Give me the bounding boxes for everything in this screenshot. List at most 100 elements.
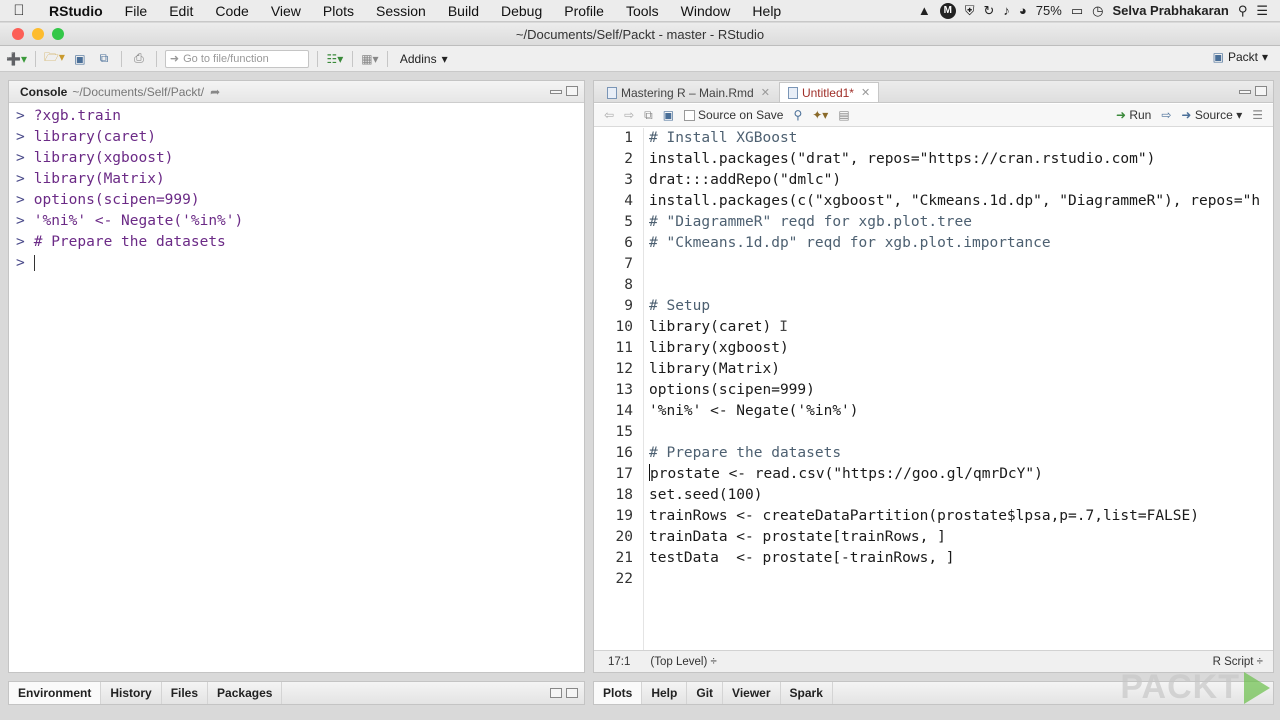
menu-edit[interactable]: Edit bbox=[158, 3, 204, 19]
console-header: Console ~/Documents/Self/Packt/ ➦ bbox=[9, 81, 584, 103]
code-line[interactable]: # Prepare the datasets bbox=[649, 443, 1273, 464]
menu-plots[interactable]: Plots bbox=[312, 3, 365, 19]
battery-percent[interactable]: 75% bbox=[1036, 3, 1062, 18]
volume-icon[interactable]: ♪ bbox=[1003, 3, 1010, 18]
time-machine-icon[interactable]: ↻ bbox=[984, 3, 995, 19]
new-file-icon[interactable]: ➕▾ bbox=[6, 50, 27, 68]
project-menu[interactable]: ▣ Packt ▾ bbox=[1213, 50, 1268, 64]
code-line[interactable]: # Setup bbox=[649, 296, 1273, 317]
show-in-window-icon[interactable]: ⧉ bbox=[644, 108, 653, 123]
console-output[interactable]: > ?xgb.train > library(caret) > library(xgb… bbox=[9, 104, 584, 672]
code-line-with-cursor[interactable]: prostate <- read.csv("https://goo.gl/qmr… bbox=[649, 464, 1273, 485]
code-line[interactable] bbox=[649, 422, 1273, 443]
code-line[interactable]: '%ni%' <- Negate('%in%') bbox=[649, 401, 1273, 422]
code-line[interactable]: # Install XGBoost bbox=[649, 128, 1273, 149]
maximize-pane-icon[interactable] bbox=[1255, 86, 1267, 96]
menu-build[interactable]: Build bbox=[437, 3, 490, 19]
code-line[interactable]: # "Ckmeans.1d.dp" reqd for xgb.plot.impo… bbox=[649, 233, 1273, 254]
code-line[interactable]: testData <- prostate[-trainRows, ] bbox=[649, 548, 1273, 569]
menu-session[interactable]: Session bbox=[365, 3, 437, 19]
code-tools-wand-icon[interactable]: ✦▾ bbox=[812, 108, 828, 122]
menu-app-name[interactable]: RStudio bbox=[38, 3, 114, 19]
menu-view[interactable]: View bbox=[260, 3, 312, 19]
menu-debug[interactable]: Debug bbox=[490, 3, 553, 19]
menu-code[interactable]: Code bbox=[204, 3, 259, 19]
menu-window[interactable]: Window bbox=[670, 3, 742, 19]
print-icon[interactable]: ⎙ bbox=[130, 50, 148, 68]
tab-git[interactable]: Git bbox=[687, 682, 724, 704]
drive-icon[interactable]: ▲ bbox=[918, 3, 931, 18]
scope-selector[interactable]: (Top Level) ÷ bbox=[650, 656, 716, 668]
tab-plots[interactable]: Plots bbox=[594, 682, 643, 704]
go-to-directory-icon[interactable]: ➦ bbox=[210, 85, 220, 99]
tab-environment[interactable]: Environment bbox=[9, 682, 102, 704]
minimize-pane-icon[interactable] bbox=[550, 90, 562, 94]
tab-files[interactable]: Files bbox=[162, 682, 209, 704]
minimize-pane-icon[interactable] bbox=[1239, 90, 1251, 94]
version-control-icon[interactable]: ☷▾ bbox=[326, 50, 344, 68]
clock-icon[interactable]: ◷ bbox=[1092, 3, 1103, 19]
menu-file[interactable]: File bbox=[114, 3, 159, 19]
code-editor[interactable]: # Install XGBoost install.packages("drat… bbox=[645, 128, 1273, 650]
spotlight-search-icon[interactable]: ⚲ bbox=[1238, 3, 1248, 19]
line-number: 16 bbox=[615, 445, 633, 461]
code-line[interactable]: install.packages(c("xgboost", "Ckmeans.1… bbox=[649, 191, 1273, 212]
file-type-selector[interactable]: R Script ÷ bbox=[1213, 656, 1273, 668]
code-line[interactable]: trainData <- prostate[trainRows, ] bbox=[649, 527, 1273, 548]
battery-icon[interactable]: ▭ bbox=[1071, 3, 1083, 19]
shield-icon[interactable]: ⛨ bbox=[965, 3, 975, 19]
code-line[interactable]: trainRows <- createDataPartition(prostat… bbox=[649, 506, 1273, 527]
code-line[interactable]: library(Matrix) bbox=[649, 359, 1273, 380]
tab-help[interactable]: Help bbox=[642, 682, 688, 704]
menu-profile[interactable]: Profile bbox=[553, 3, 615, 19]
forward-arrow-icon[interactable]: ⇨ bbox=[624, 108, 634, 122]
code-line[interactable] bbox=[649, 275, 1273, 296]
save-icon[interactable]: ▣ bbox=[71, 50, 89, 68]
find-replace-icon[interactable]: ⚲ bbox=[793, 108, 802, 122]
close-tab-icon[interactable]: ✕ bbox=[861, 86, 870, 99]
tab-untitled1[interactable]: Untitled1* ✕ bbox=[778, 82, 880, 102]
code-line[interactable]: set.seed(100) bbox=[649, 485, 1273, 506]
user-name[interactable]: Selva Prabhakaran bbox=[1112, 3, 1228, 18]
tab-packages[interactable]: Packages bbox=[208, 682, 283, 704]
document-outline-icon[interactable]: ☰ bbox=[1252, 108, 1263, 122]
menu-tools[interactable]: Tools bbox=[615, 3, 670, 19]
addins-menu[interactable]: Addins ▾ bbox=[400, 52, 448, 66]
m-app-icon[interactable]: M bbox=[939, 2, 956, 19]
maximize-pane-icon[interactable] bbox=[566, 688, 578, 698]
code-line[interactable]: drat:::addRepo("dmlc") bbox=[649, 170, 1273, 191]
open-file-icon[interactable]: 🗁▾ bbox=[44, 50, 65, 68]
code-line-with-ibeam[interactable]: library(caret) I bbox=[649, 317, 1273, 338]
save-all-icon[interactable]: ⧉ bbox=[95, 50, 113, 68]
back-arrow-icon[interactable]: ⇦ bbox=[604, 108, 614, 122]
apple-icon[interactable]:  bbox=[0, 2, 38, 19]
code-line[interactable] bbox=[649, 254, 1273, 275]
menu-help[interactable]: Help bbox=[741, 3, 792, 19]
code-line[interactable]: library(xgboost) bbox=[649, 338, 1273, 359]
code-line[interactable]: options(scipen=999) bbox=[649, 380, 1273, 401]
rerun-icon[interactable]: ⇨ bbox=[1161, 108, 1171, 122]
code-line[interactable]: # "DiagrammeR" reqd for xgb.plot.tree bbox=[649, 212, 1273, 233]
maximize-pane-icon[interactable] bbox=[566, 86, 578, 96]
pane-layout-icon[interactable]: ▦▾ bbox=[361, 50, 379, 68]
compile-report-icon[interactable]: ▤ bbox=[838, 108, 849, 122]
notification-center-icon[interactable]: ☰ bbox=[1256, 3, 1268, 19]
tab-spark[interactable]: Spark bbox=[781, 682, 833, 704]
source-button[interactable]: ➜ Source ▾ bbox=[1181, 108, 1242, 122]
code-line[interactable] bbox=[649, 569, 1273, 590]
wifi-icon[interactable]: ◕ bbox=[1019, 3, 1027, 18]
tab-viewer[interactable]: Viewer bbox=[723, 682, 781, 704]
code-line[interactable]: install.packages("drat", repos="https://… bbox=[649, 149, 1273, 170]
restore-pane-icon[interactable] bbox=[550, 688, 562, 698]
goto-file-function-input[interactable]: ➜ Go to file/function bbox=[164, 49, 309, 68]
console-window-controls bbox=[550, 86, 578, 96]
tab-mastering-r-main[interactable]: Mastering R – Main.Rmd ✕ bbox=[598, 82, 779, 102]
run-button[interactable]: ➜ Run bbox=[1116, 108, 1151, 122]
close-tab-icon[interactable]: ✕ bbox=[761, 86, 770, 99]
console-title[interactable]: Console bbox=[20, 85, 67, 99]
tab-history[interactable]: History bbox=[101, 682, 162, 704]
console-input-line[interactable]: > bbox=[16, 253, 584, 274]
source-on-save-checkbox[interactable] bbox=[684, 110, 696, 122]
source-on-save-toggle[interactable]: Source on Save bbox=[684, 108, 783, 122]
save-icon[interactable]: ▣ bbox=[663, 108, 674, 122]
